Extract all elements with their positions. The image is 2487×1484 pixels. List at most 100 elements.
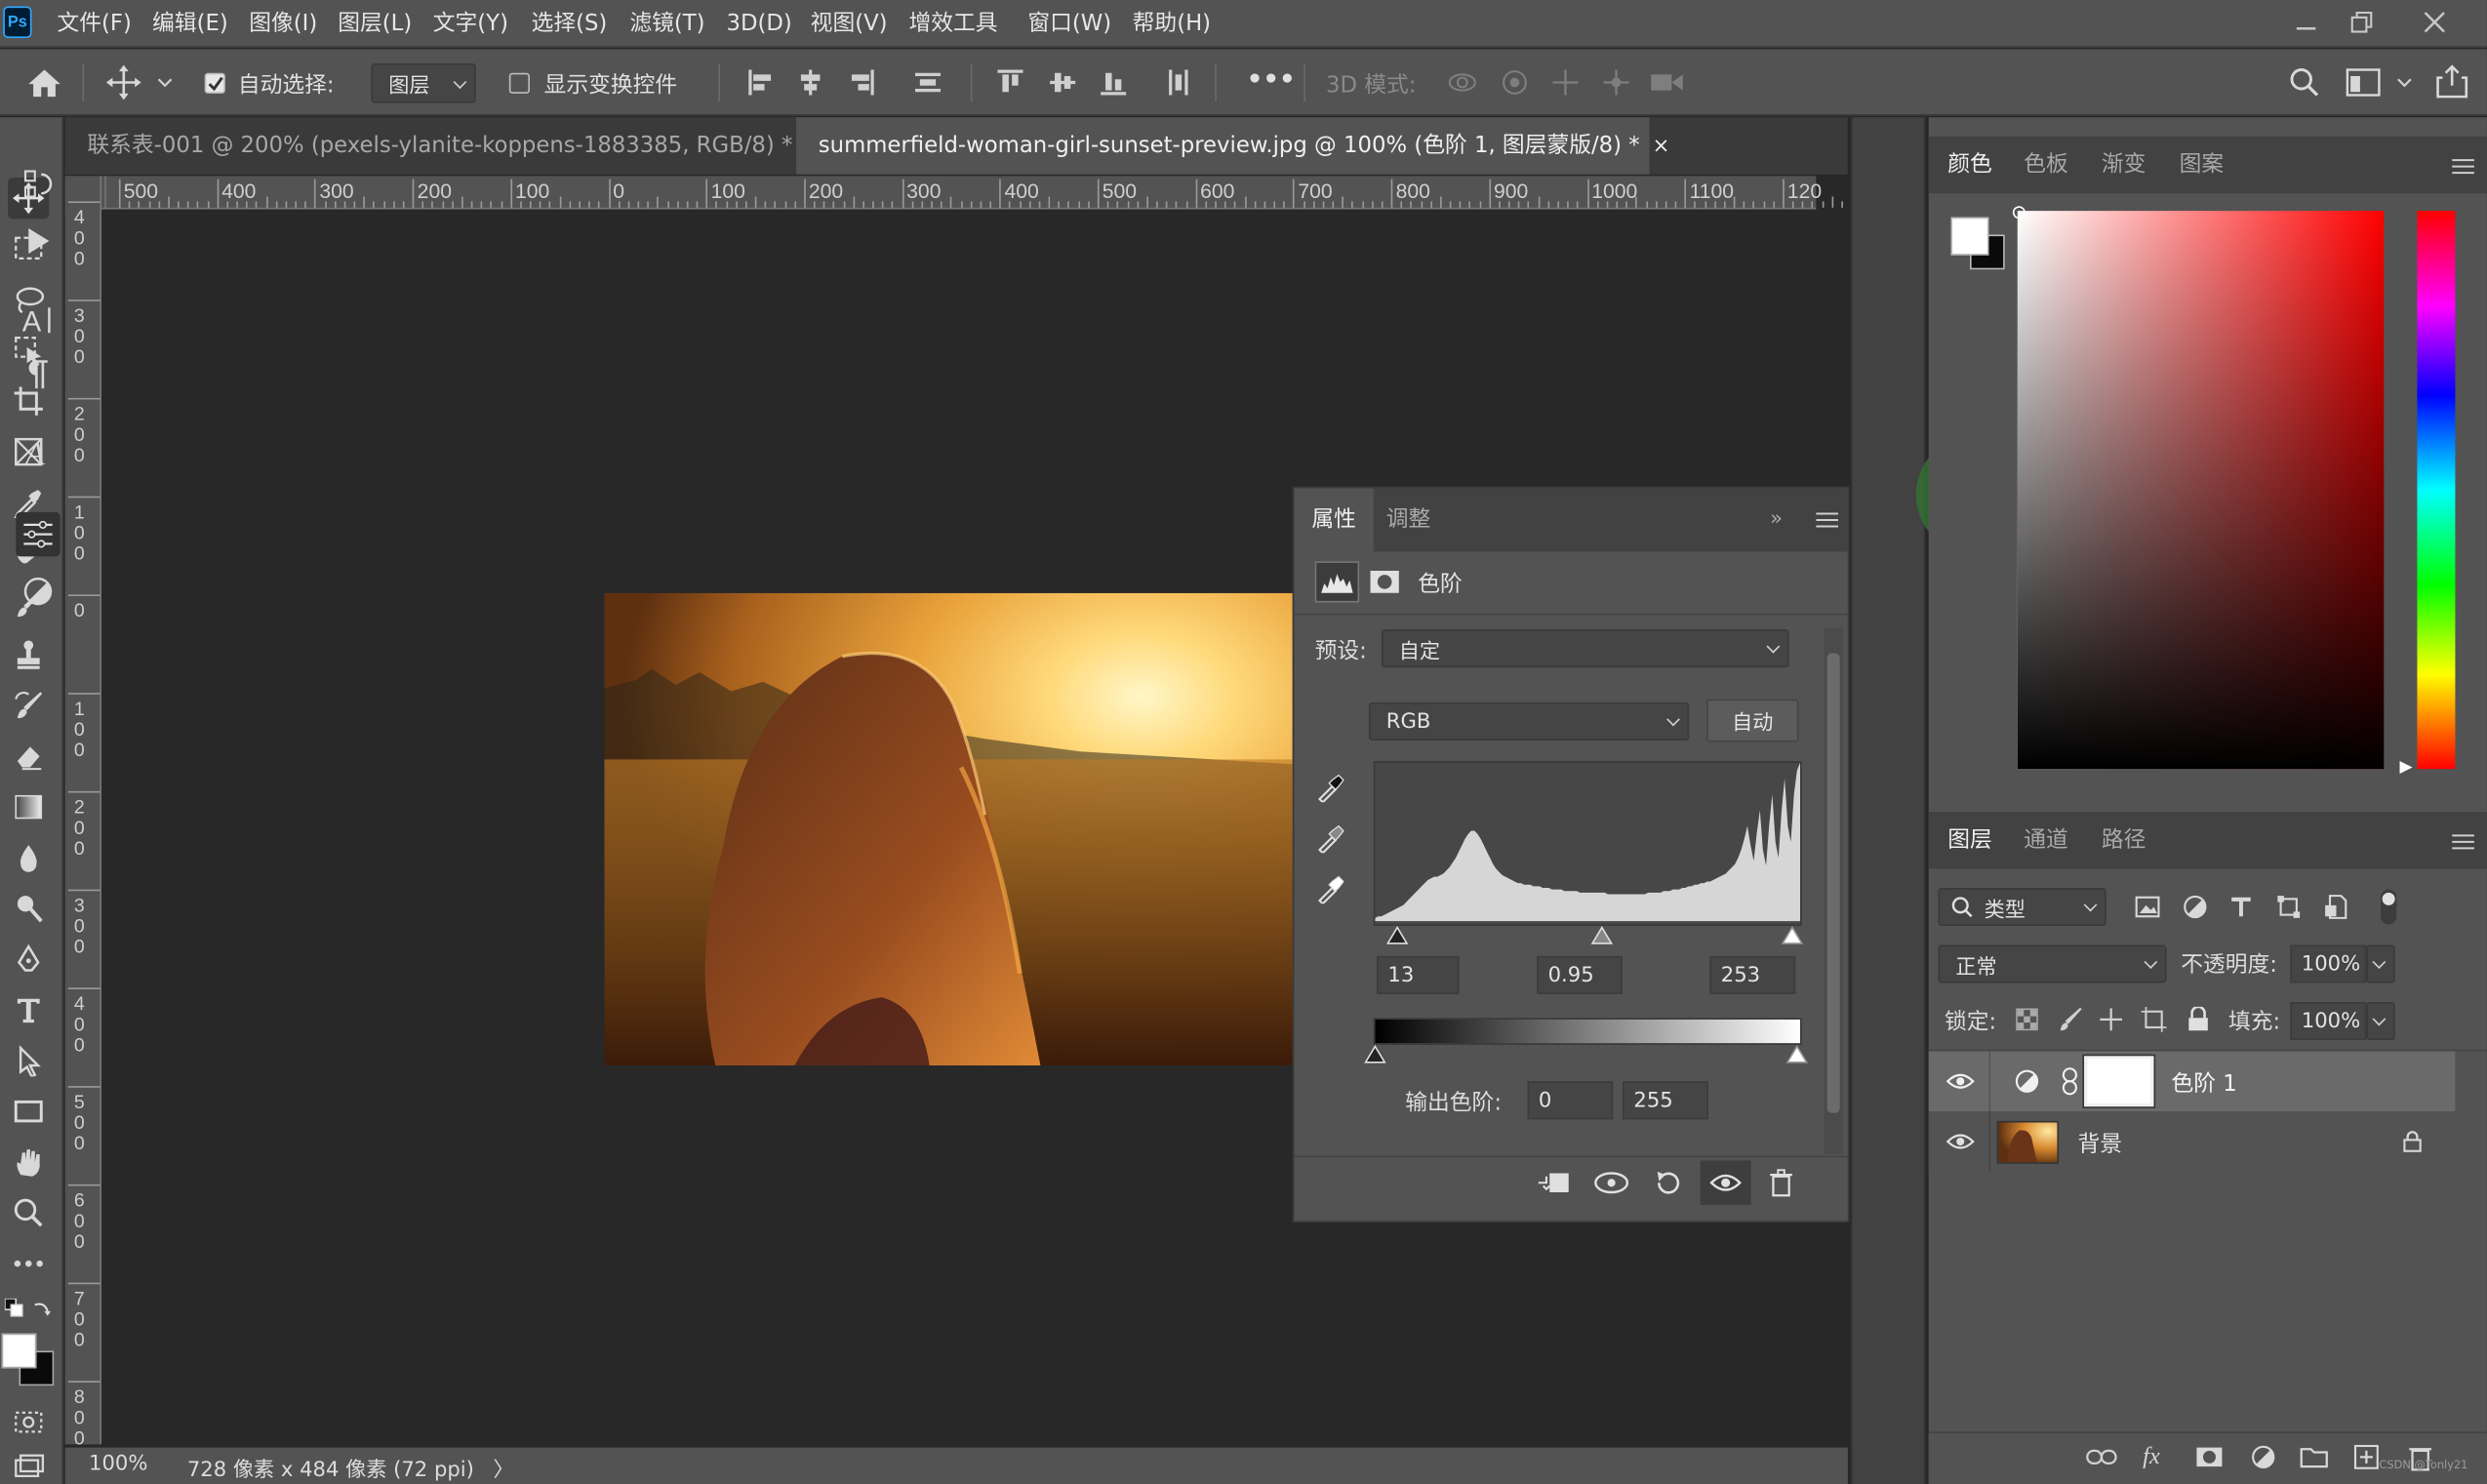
filter-toggle-icon[interactable]: [2373, 885, 2405, 930]
layer-name[interactable]: 背景: [2078, 1127, 2123, 1159]
layer-row-levels[interactable]: 色阶 1: [1928, 1051, 2456, 1112]
menu-plugins[interactable]: 增效工具: [908, 0, 997, 48]
channel-dropdown[interactable]: RGB: [1368, 702, 1690, 741]
properties-scrollbar[interactable]: [1824, 627, 1843, 1154]
layer-mask-icon[interactable]: [1366, 561, 1404, 602]
align-left-icon[interactable]: [743, 63, 779, 101]
minimize-icon[interactable]: [2274, 0, 2338, 45]
path-select-tool-icon[interactable]: [8, 1040, 49, 1081]
lock-all-icon[interactable]: [2184, 1005, 2212, 1033]
link-icon[interactable]: [2059, 1065, 2081, 1098]
move-tool-icon[interactable]: [101, 63, 146, 101]
gray-point-eyedropper-icon[interactable]: [1313, 822, 1348, 857]
menu-select[interactable]: 选择(S): [532, 0, 608, 48]
gradient-tool-icon[interactable]: [8, 786, 49, 827]
hue-slider-handle[interactable]: [2396, 758, 2416, 778]
properties-panel-icon[interactable]: [16, 511, 60, 557]
collapse-panel-icon[interactable]: »: [1770, 489, 1783, 552]
clip-to-layer-icon[interactable]: [1532, 1165, 1573, 1200]
opacity-field[interactable]: 100%: [2290, 944, 2367, 983]
opacity-dropdown[interactable]: [2366, 944, 2395, 983]
lock-icon[interactable]: [2398, 1127, 2427, 1155]
scroll-thumb[interactable]: [1826, 653, 1840, 1113]
blend-mode-dropdown[interactable]: 正常: [1938, 944, 2167, 983]
3d-pan-icon[interactable]: [1546, 63, 1584, 101]
filter-shape-icon[interactable]: [2272, 891, 2305, 923]
eye-icon[interactable]: [1943, 1127, 1978, 1155]
document-image[interactable]: [604, 592, 1293, 1065]
swap-colors-icon[interactable]: [30, 1297, 53, 1319]
rectangle-tool-icon[interactable]: [8, 1091, 49, 1132]
align-bottom-icon[interactable]: [1096, 63, 1131, 101]
menu-help[interactable]: 帮助(H): [1133, 0, 1211, 48]
lock-transparency-icon[interactable]: [2013, 1005, 2041, 1033]
tab-channels[interactable]: 通道: [2024, 812, 2068, 869]
layer-name[interactable]: 色阶 1: [2171, 1067, 2236, 1100]
tab-layers[interactable]: 图层: [1947, 812, 1992, 869]
menu-3d[interactable]: 3D(D): [727, 0, 792, 48]
reset-icon[interactable]: [1646, 1165, 1687, 1200]
quick-mask-icon[interactable]: [8, 1402, 49, 1443]
menu-edit[interactable]: 编辑(E): [152, 0, 228, 48]
eye-icon[interactable]: [1943, 1067, 1978, 1096]
menu-layer[interactable]: 图层(L): [338, 0, 412, 48]
tab-adjustments[interactable]: 调整: [1386, 489, 1431, 552]
link-layers-icon[interactable]: [2084, 1441, 2119, 1473]
tab-patterns[interactable]: 图案: [2180, 137, 2225, 194]
tab-color[interactable]: 颜色: [1947, 137, 1992, 194]
menu-file[interactable]: 文件(F): [58, 0, 132, 48]
eraser-tool-icon[interactable]: [8, 736, 49, 777]
hue-slider[interactable]: [2417, 211, 2456, 770]
type-tool-icon[interactable]: [8, 989, 49, 1030]
tab-contact-sheet[interactable]: 联系表-001 @ 200% (pexels-ylanite-koppens-1…: [64, 117, 822, 175]
align-center-icon[interactable]: [793, 63, 828, 101]
panel-menu-icon[interactable]: [2451, 155, 2476, 178]
color-picker-cursor[interactable]: [2012, 206, 2026, 220]
restore-icon[interactable]: [2330, 0, 2393, 45]
output-black-field[interactable]: 0: [1527, 1081, 1614, 1120]
new-group-icon[interactable]: [2297, 1441, 2332, 1473]
preset-dropdown[interactable]: 自定: [1381, 629, 1789, 668]
auto-select-checkbox[interactable]: [204, 72, 225, 94]
input-black-field[interactable]: 13: [1377, 955, 1460, 994]
lock-artboard-icon[interactable]: [2140, 1005, 2168, 1033]
history-brush-tool-icon[interactable]: [8, 685, 49, 726]
align-right-icon[interactable]: [844, 63, 879, 101]
menu-image[interactable]: 图像(I): [249, 0, 317, 48]
filter-adjustment-icon[interactable]: [2180, 891, 2212, 923]
layer-mask-thumbnail[interactable]: [2082, 1054, 2156, 1108]
clone-stamp-tool-icon[interactable]: [8, 634, 49, 675]
zoom-level[interactable]: 100%: [89, 1453, 147, 1476]
menu-view[interactable]: 视图(V): [811, 0, 888, 48]
output-black-slider[interactable]: [1364, 1043, 1386, 1065]
input-white-field[interactable]: 253: [1709, 955, 1796, 994]
more-tools-icon[interactable]: [8, 1243, 49, 1284]
distribute-vertical-icon[interactable]: [1161, 63, 1196, 101]
more-options-icon[interactable]: •••: [1247, 63, 1296, 94]
output-white-slider[interactable]: [1785, 1043, 1808, 1065]
fill-field[interactable]: 100%: [2290, 1002, 2367, 1040]
3d-roll-icon[interactable]: [1496, 63, 1534, 101]
actions-play-icon[interactable]: [16, 219, 60, 263]
menu-window[interactable]: 窗口(W): [1027, 0, 1111, 48]
blur-tool-icon[interactable]: [8, 837, 49, 878]
tab-swatches[interactable]: 色板: [2024, 137, 2068, 194]
lock-position-icon[interactable]: [2097, 1005, 2125, 1033]
input-white-slider[interactable]: [1781, 924, 1804, 946]
filter-pixel-icon[interactable]: [2132, 891, 2164, 923]
history-panel-icon[interactable]: [16, 162, 60, 207]
search-icon[interactable]: [2284, 63, 2325, 101]
toggle-visibility-icon[interactable]: [1700, 1160, 1751, 1205]
3d-orbit-icon[interactable]: [1443, 63, 1481, 101]
panel-menu-icon[interactable]: [2451, 831, 2476, 854]
show-transform-checkbox[interactable]: [508, 72, 530, 94]
dodge-tool-icon[interactable]: [8, 888, 49, 929]
chevron-down-icon[interactable]: [152, 70, 178, 96]
pen-tool-icon[interactable]: [8, 939, 49, 980]
lock-pixels-icon[interactable]: [2056, 1005, 2084, 1033]
align-middle-icon[interactable]: [1045, 63, 1080, 101]
share-icon[interactable]: [2431, 60, 2472, 101]
filter-smart-object-icon[interactable]: [2320, 891, 2352, 923]
output-white-field[interactable]: 255: [1622, 1081, 1708, 1120]
color-panel-foreground-swatch[interactable]: [1950, 217, 1989, 256]
